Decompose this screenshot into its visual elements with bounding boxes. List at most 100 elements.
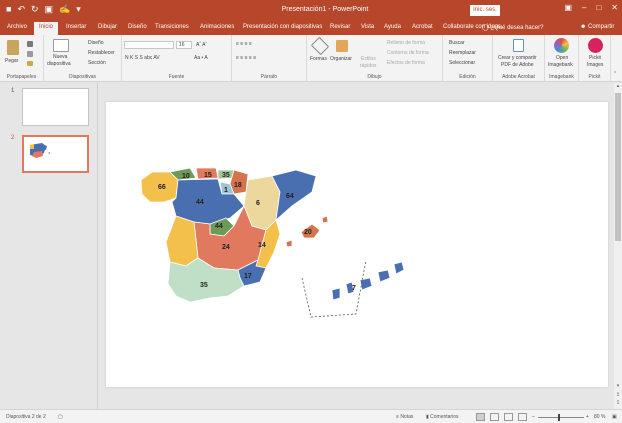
slide-thumbnail-2[interactable]	[22, 135, 89, 173]
scroll-down-icon[interactable]: ▾	[614, 383, 622, 390]
touch-mode-icon[interactable]: ✍	[59, 4, 70, 15]
shapes-button[interactable]: Formas	[310, 56, 327, 62]
font-name-combo[interactable]	[124, 41, 174, 49]
redo-icon[interactable]: ↻	[31, 4, 39, 15]
previous-slide-icon[interactable]: ↥	[614, 392, 622, 399]
group-adobe: Crear y compartir PDF de Adobe Adobe Acr…	[493, 35, 545, 82]
document-title: Presentación1 - PowerPoint	[281, 6, 369, 13]
find-button[interactable]: Buscar	[449, 40, 465, 46]
start-presentation-icon[interactable]: ▣	[45, 4, 54, 15]
tab-revisar[interactable]: Revisar	[330, 24, 350, 30]
format-painter-icon[interactable]	[27, 61, 33, 66]
slide-editor: 66 10 15 35 18 1 6 64 44 44 24 14 17 35 …	[99, 83, 614, 409]
scrollbar-thumb[interactable]	[615, 93, 621, 241]
grow-font-icon[interactable]: Aˆ Aˇ	[196, 42, 207, 48]
arrange-icon[interactable]	[336, 40, 348, 52]
zoom-in-icon[interactable]: +	[586, 414, 589, 420]
thumbnail-number: 2	[11, 135, 15, 141]
tab-vista[interactable]: Vista	[361, 24, 374, 30]
fit-slide-icon[interactable]: ▣	[612, 414, 617, 420]
label-castilla-la-mancha: 24	[222, 244, 230, 251]
label-madrid: 44	[215, 223, 223, 230]
undo-icon[interactable]: ↶	[17, 4, 25, 15]
zoom-slider[interactable]	[538, 417, 584, 418]
shape-fill-button[interactable]: Relleno de forma	[387, 40, 425, 46]
normal-view-button[interactable]	[476, 413, 485, 421]
maximize-icon[interactable]: □	[596, 3, 601, 12]
create-pdf-button[interactable]: Crear y compartir	[498, 55, 537, 61]
region-extremadura	[165, 215, 199, 267]
open-imagebank-button[interactable]: Open	[556, 55, 568, 61]
next-slide-icon[interactable]: ↧	[614, 400, 622, 407]
tab-animaciones[interactable]: Animaciones	[200, 24, 234, 30]
label-valencia: 14	[258, 242, 266, 249]
font-format-buttons[interactable]: N K S S abc AV	[125, 55, 160, 61]
notes-button[interactable]: ≡ Notas	[396, 414, 413, 420]
zoom-slider-knob[interactable]	[558, 414, 560, 421]
font-color-icon[interactable]: Aa • A	[194, 55, 208, 61]
group-imagebank: Open Imagebank Imagebank	[545, 35, 579, 82]
pickit-icon[interactable]	[588, 38, 603, 53]
minimize-icon[interactable]: –	[582, 3, 586, 12]
tab-acrobat[interactable]: Acrobat	[412, 24, 433, 30]
tab-inicio[interactable]: Inicio	[34, 22, 59, 35]
label-cantabria: 15	[204, 172, 212, 179]
slide-sorter-button[interactable]	[490, 413, 499, 421]
shape-outline-button[interactable]: Contorno de forma	[387, 50, 429, 56]
reset-button[interactable]: Restablecer	[88, 50, 115, 56]
slide-counter: Diapositiva 2 de 2	[6, 414, 46, 420]
cut-icon[interactable]	[27, 41, 33, 47]
new-slide-icon[interactable]	[53, 39, 69, 52]
zoom-level[interactable]: 80 %	[594, 414, 605, 420]
thumbnail-number: 1	[11, 88, 15, 94]
tab-diseno[interactable]: Diseño	[128, 24, 147, 30]
scroll-up-icon[interactable]: ▴	[614, 83, 622, 90]
replace-button[interactable]: Reemplazar	[449, 50, 476, 56]
tab-presentacion[interactable]: Presentación con diapositivas	[243, 24, 322, 30]
pickit-button[interactable]: Pickit	[589, 55, 601, 61]
shapes-icon[interactable]	[310, 36, 330, 56]
align-icons[interactable]: ≡ ≡ ≡ ≡ ≡	[236, 55, 256, 61]
font-size-combo[interactable]: 16	[176, 41, 192, 49]
label-navarra: 18	[234, 182, 242, 189]
bullets-icon[interactable]: ≡ ≡ ≡ ≡	[236, 41, 252, 47]
spellcheck-icon[interactable]: ▢	[58, 414, 63, 420]
group-portapapeles: Pegar Portapapeles	[0, 35, 44, 82]
label-cataluna: 64	[286, 193, 294, 200]
close-icon[interactable]: ✕	[611, 3, 618, 12]
copy-icon[interactable]	[27, 51, 33, 57]
section-button[interactable]: Sección	[88, 60, 106, 66]
tab-ayuda[interactable]: Ayuda	[384, 24, 401, 30]
tab-archivo[interactable]: Archivo	[7, 24, 27, 30]
tab-insertar[interactable]: Insertar	[66, 24, 86, 30]
collapse-ribbon-icon[interactable]: ⌃	[613, 71, 617, 77]
tell-me-search[interactable]: ◯ ¿Qué desea hacer?	[482, 24, 543, 31]
vertical-scrollbar[interactable]: ▴ ▾ ↥ ↧	[614, 83, 622, 409]
ribbon-display-icon[interactable]: ▣	[564, 3, 572, 12]
zoom-out-icon[interactable]: –	[532, 414, 535, 420]
pdf-icon[interactable]	[513, 39, 524, 52]
tab-transiciones[interactable]: Transiciones	[155, 24, 189, 30]
paste-button[interactable]: Pegar	[5, 58, 18, 64]
layout-button[interactable]: Diseño	[88, 40, 104, 46]
ribbon-tabs: Archivo Inicio Insertar Dibujar Diseño T…	[0, 20, 622, 35]
arrange-button[interactable]: Organizar	[330, 56, 352, 62]
new-slide-button[interactable]: diapositiva	[47, 61, 71, 67]
current-slide[interactable]: 66 10 15 35 18 1 6 64 44 44 24 14 17 35 …	[106, 102, 608, 387]
signin-button[interactable]: Inic. ses.	[470, 5, 500, 16]
comments-button[interactable]: ▮ Comentarios	[426, 414, 459, 420]
customize-qat-icon[interactable]: ▾	[76, 4, 81, 15]
reading-view-button[interactable]	[504, 413, 513, 421]
shape-effects-button[interactable]: Efectos de forma	[387, 60, 425, 66]
save-icon[interactable]: ■	[6, 4, 11, 15]
tab-dibujar[interactable]: Dibujar	[98, 24, 117, 30]
imagebank-icon[interactable]	[554, 38, 569, 53]
group-dibujo: Formas Organizar Estilos rápidos Relleno…	[307, 35, 443, 82]
paste-icon[interactable]	[7, 40, 19, 55]
share-button[interactable]: ☻ Compartir	[580, 24, 614, 30]
thumbnail-map-preview	[30, 143, 50, 158]
select-button[interactable]: Seleccionar	[449, 60, 475, 66]
quick-styles-button[interactable]: Estilos	[361, 56, 376, 62]
slideshow-button[interactable]	[518, 413, 527, 421]
slide-thumbnail-1[interactable]	[22, 88, 89, 126]
